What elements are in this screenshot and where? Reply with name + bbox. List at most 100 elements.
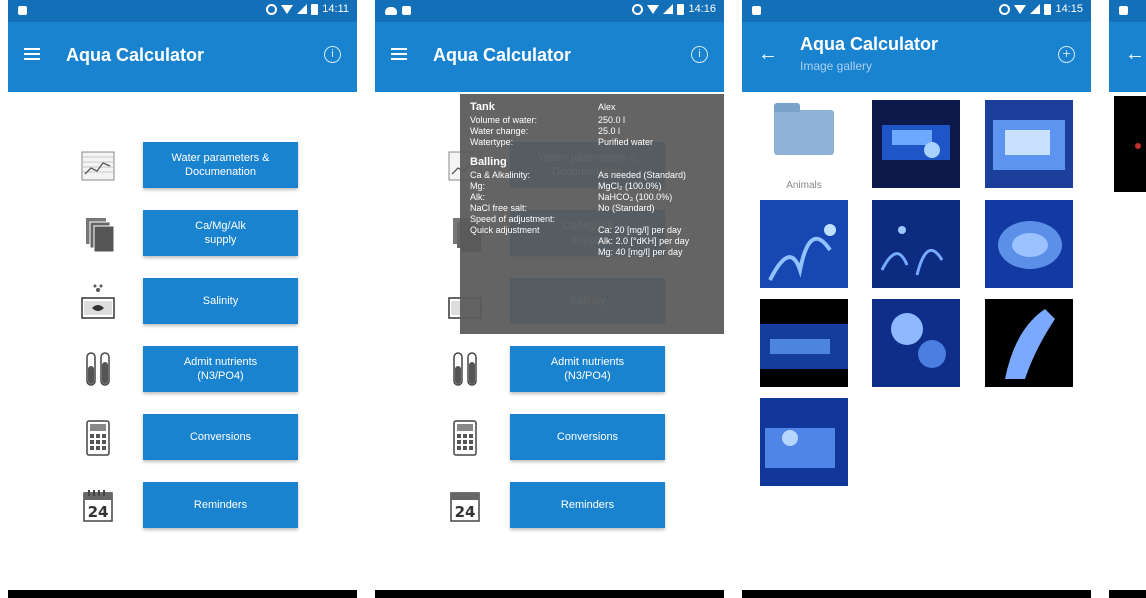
menu-row-reminders: 24 Reminders — [375, 482, 724, 532]
calculator-icon — [86, 420, 110, 456]
gallery-thumbnail[interactable] — [872, 299, 960, 387]
popup-key: NaCl free salt: — [470, 203, 528, 213]
popup-tank-title: Tank — [470, 101, 495, 113]
phone-screen-partial: ← — [1109, 0, 1146, 598]
app-title: Aqua Calculator — [66, 45, 205, 65]
battery-icon — [1044, 3, 1052, 15]
conversions-button[interactable]: Conversions — [143, 414, 298, 460]
image-thumbnail[interactable] — [1114, 96, 1146, 192]
menu-row-nutrients: Admit nutrients (N3/PO4) — [375, 346, 724, 396]
app-title: Aqua Calculator — [800, 34, 939, 54]
hamburger-menu-icon[interactable] — [391, 48, 407, 60]
menu-row-conversions: Conversions — [8, 414, 357, 464]
test-tubes-icon — [453, 352, 477, 386]
popup-value — [598, 214, 714, 225]
gallery-thumbnail[interactable] — [760, 398, 848, 486]
fish-tank-icon — [81, 284, 115, 319]
gallery-thumbnail[interactable] — [760, 299, 848, 387]
signal-icon — [297, 4, 308, 14]
menu-row-conversions: Conversions — [375, 414, 724, 464]
popup-key: Mg: — [470, 181, 486, 191]
chart-icon — [81, 151, 115, 181]
status-bar — [1109, 0, 1146, 22]
wifi-icon — [1014, 4, 1027, 14]
salinity-button[interactable]: Salinity — [143, 278, 298, 324]
status-bar: 14:16 — [375, 0, 724, 22]
menu-row-salinity: Salinity — [8, 278, 357, 328]
popup-value: 25.0 l — [598, 126, 621, 136]
navigation-bar — [375, 590, 724, 598]
notification-icon — [18, 6, 27, 15]
notification-icon — [1119, 6, 1128, 15]
nutrients-button[interactable]: Admit nutrients (N3/PO4) — [143, 346, 298, 392]
status-bar: 14:11 — [8, 0, 357, 22]
status-bar: 14:15 — [742, 0, 1091, 22]
navigation-bar — [8, 590, 357, 598]
popup-key: Speed of adjustment: — [470, 214, 556, 224]
notification-icon — [752, 6, 761, 15]
hamburger-menu-icon[interactable] — [24, 48, 40, 60]
menu-row-supply: Ca/Mg/Alk supply — [8, 210, 357, 260]
signal-icon — [1030, 4, 1041, 14]
popup-key: Alk: — [470, 192, 486, 202]
popup-key: Quick adjustment — [470, 225, 540, 235]
battery-icon — [677, 3, 685, 15]
status-time: 14:16 — [688, 3, 716, 15]
gallery-thumbnail[interactable] — [985, 200, 1073, 288]
popup-value: Ca: 20 [mg/l] per day Alk: 2.0 [°dKH] pe… — [598, 225, 690, 257]
status-time: 14:11 — [322, 3, 349, 15]
water-parameters-button[interactable]: Water parameters & Documenation — [143, 142, 298, 188]
notification-icon — [402, 6, 411, 15]
back-arrow-icon[interactable]: ← — [758, 44, 778, 64]
gallery-thumbnail[interactable] — [760, 200, 848, 288]
info-icon[interactable]: i — [324, 46, 341, 63]
popup-value: 250.0 l — [598, 115, 626, 125]
menu-row-water-parameters: Water parameters & Documenation — [8, 142, 357, 192]
app-bar: Aqua Calculator i — [375, 22, 724, 92]
popup-tank-name: Alex — [598, 102, 616, 112]
supply-button[interactable]: Ca/Mg/Alk supply — [143, 210, 298, 256]
menu-row-nutrients: Admit nutrients (N3/PO4) — [8, 346, 357, 396]
popup-key: Water change: — [470, 126, 529, 136]
popup-key: Ca & Alkalinity: — [470, 170, 531, 180]
popup-key: Watertype: — [470, 137, 514, 147]
calendar-day: 24 — [455, 503, 476, 521]
wifi-icon — [647, 4, 660, 14]
battery-icon — [311, 3, 319, 15]
popup-value: NaHCO₃ (100.0%) — [598, 192, 673, 202]
gallery-thumbnail[interactable] — [872, 200, 960, 288]
nutrients-button[interactable]: Admit nutrients (N3/PO4) — [510, 346, 665, 392]
popup-value: No (Standard) — [598, 203, 655, 213]
folder-icon — [774, 103, 834, 155]
conversions-button[interactable]: Conversions — [510, 414, 665, 460]
folder-animals[interactable]: Animals — [760, 100, 848, 191]
reminders-button[interactable]: Reminders — [143, 482, 298, 528]
navigation-bar — [1109, 590, 1146, 598]
popup-balling-title: Balling — [470, 156, 507, 168]
menu-row-reminders: 24 Reminders — [8, 482, 357, 532]
app-bar: ← — [1109, 22, 1146, 92]
gallery-thumbnail[interactable] — [985, 100, 1073, 188]
reminders-button[interactable]: Reminders — [510, 482, 665, 528]
calendar-icon: 24 — [450, 492, 480, 522]
back-arrow-icon[interactable]: ← — [1125, 44, 1145, 64]
gallery-thumbnail[interactable] — [872, 100, 960, 188]
navigation-bar — [742, 590, 1091, 598]
info-icon[interactable]: i — [691, 46, 708, 63]
app-bar: Aqua Calculator i — [8, 22, 357, 92]
app-subtitle: Image gallery — [800, 59, 873, 73]
calendar-icon: 24 — [83, 490, 113, 522]
rotation-lock-icon — [999, 3, 1011, 15]
phone-screen-home: 14:11 Aqua Calculator i Water parameters… — [8, 0, 357, 598]
tank-info-popup: Tank Alex Volume of water: 250.0 l Water c… — [460, 94, 724, 334]
popup-key: Volume of water: — [470, 115, 538, 125]
gallery-thumbnail[interactable] — [985, 299, 1073, 387]
documents-icon — [86, 218, 115, 253]
rotation-lock-icon — [632, 3, 644, 15]
rotation-lock-icon — [266, 3, 278, 15]
popup-value: MgCl₂ (100.0%) — [598, 181, 662, 191]
phone-screen-gallery: 14:15 ← Aqua Calculator Image gallery + … — [742, 0, 1091, 598]
popup-value: As needed (Standard) — [598, 170, 687, 180]
cloud-icon — [385, 6, 397, 15]
add-icon[interactable]: + — [1058, 46, 1075, 63]
